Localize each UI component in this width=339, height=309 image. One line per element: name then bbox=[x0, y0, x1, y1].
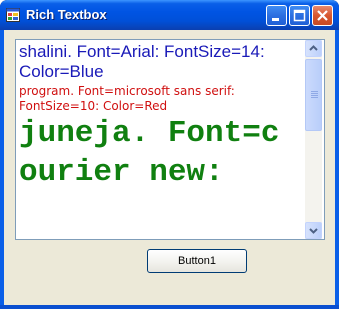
rich-textbox-content[interactable]: shalini. Font=Arial: FontSize=14: Color=… bbox=[19, 42, 304, 192]
text-line-green: juneja. Font=courier new: bbox=[19, 116, 280, 190]
button1[interactable]: Button1 bbox=[147, 249, 247, 273]
window-frame-bottom bbox=[0, 305, 339, 309]
scroll-up-button[interactable] bbox=[305, 40, 322, 57]
scroll-down-button[interactable] bbox=[305, 222, 322, 239]
minimize-icon bbox=[272, 18, 279, 21]
vertical-scrollbar[interactable] bbox=[305, 40, 322, 239]
app-window-icon bbox=[6, 8, 20, 22]
window-frame-right bbox=[335, 30, 339, 309]
rich-textbox[interactable]: shalini. Font=Arial: FontSize=14: Color=… bbox=[15, 39, 325, 240]
thumb-grip-line bbox=[311, 93, 318, 94]
scroll-thumb[interactable] bbox=[305, 59, 322, 131]
chevron-down-icon bbox=[309, 228, 318, 234]
thumb-grip-line bbox=[311, 97, 318, 98]
thumb-grip-line bbox=[311, 91, 318, 92]
text-line-blue: shalini. Font=Arial: FontSize=14: Color=… bbox=[19, 42, 265, 81]
thumb-grip-line bbox=[311, 95, 318, 96]
maximize-icon bbox=[293, 9, 306, 22]
client-area: shalini. Font=Arial: FontSize=14: Color=… bbox=[4, 30, 335, 305]
text-line-red: program. Font=microsoft sans serif: Font… bbox=[19, 84, 235, 113]
chevron-up-icon bbox=[309, 45, 318, 51]
window-title: Rich Textbox bbox=[26, 7, 107, 22]
window: Rich Textbox shalini. Font=Arial: FontSi… bbox=[0, 0, 339, 309]
close-icon bbox=[317, 10, 328, 21]
maximize-button[interactable] bbox=[289, 5, 310, 26]
minimize-button[interactable] bbox=[266, 5, 287, 26]
close-button[interactable] bbox=[312, 5, 333, 26]
title-bar[interactable]: Rich Textbox bbox=[0, 0, 339, 30]
